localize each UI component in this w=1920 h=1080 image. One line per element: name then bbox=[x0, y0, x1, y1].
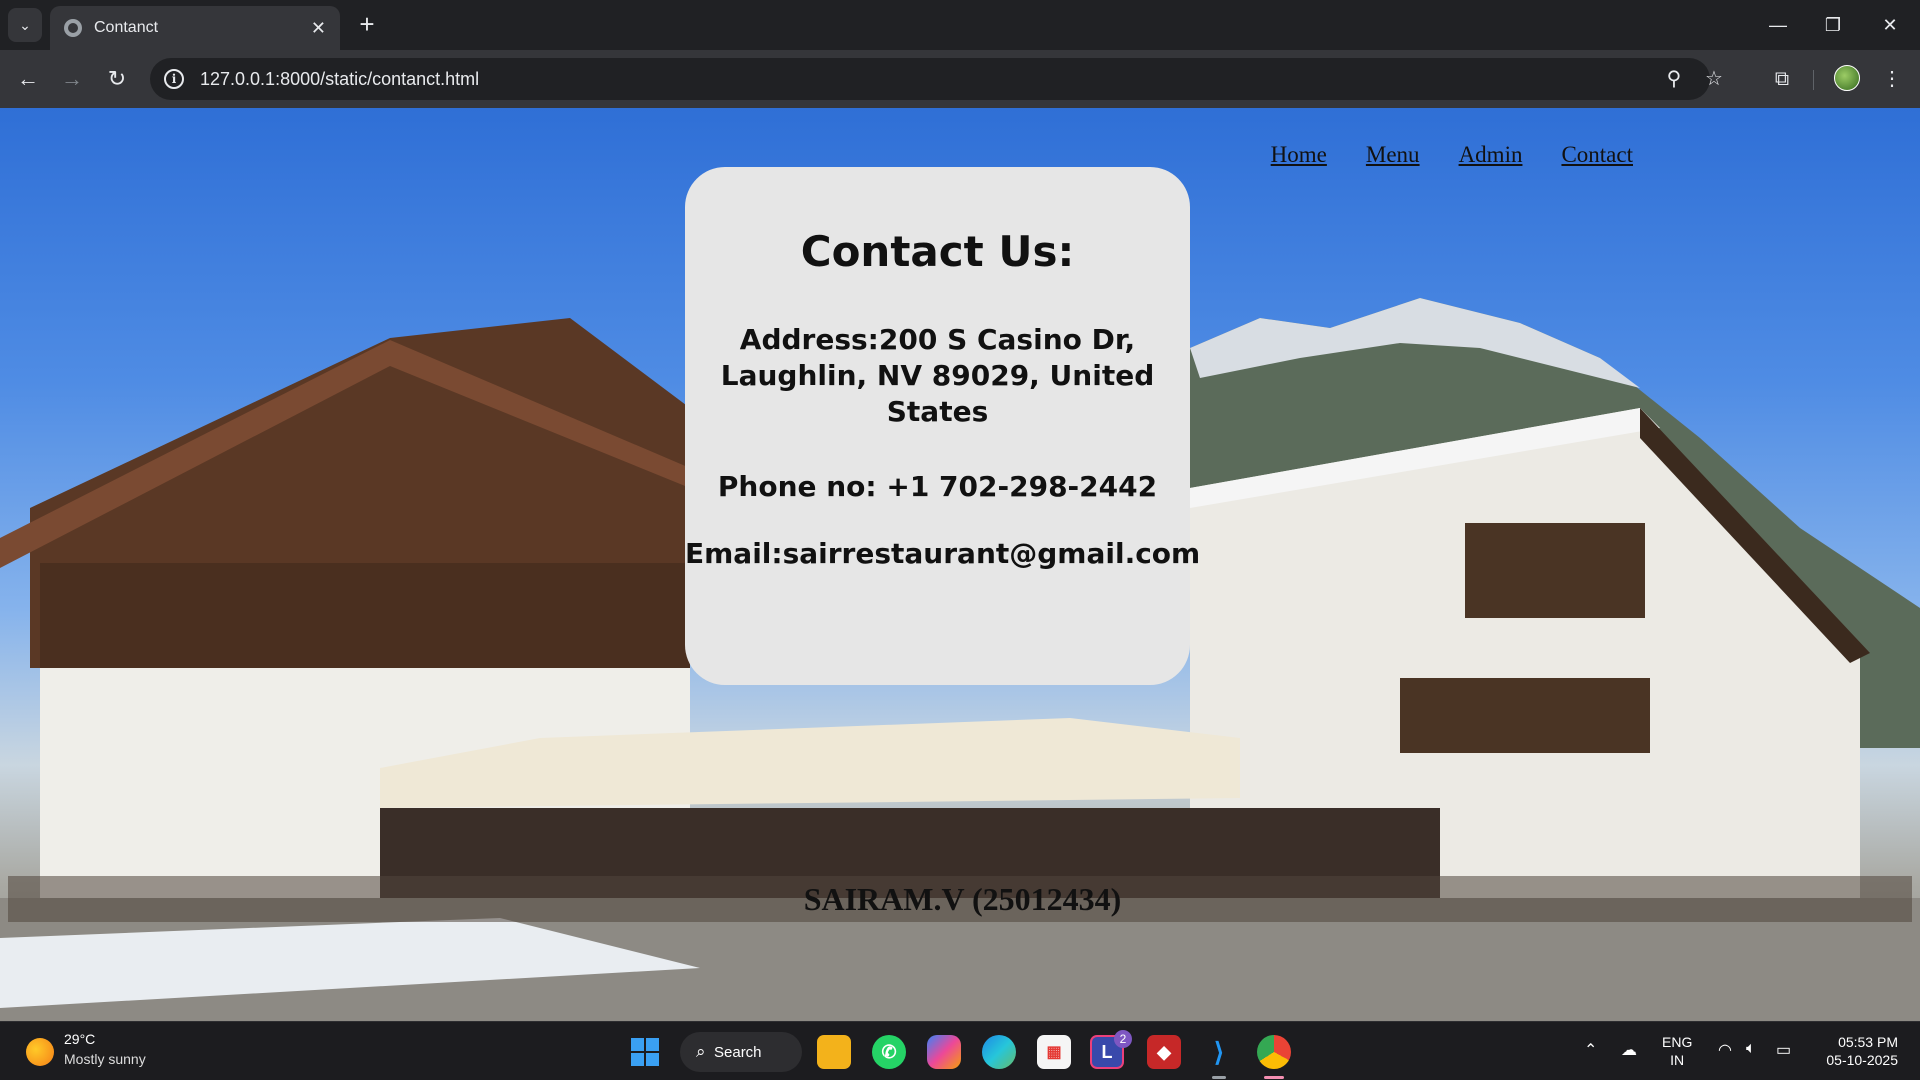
weather-description[interactable]: Mostly sunny bbox=[64, 1051, 146, 1067]
weather-sun-icon[interactable] bbox=[26, 1038, 54, 1066]
edge-icon[interactable] bbox=[982, 1035, 1016, 1069]
contact-address: Address:200 S Casino Dr, Laughlin, NV 89… bbox=[720, 323, 1155, 428]
vscode-running-indicator bbox=[1212, 1076, 1226, 1079]
battery-icon[interactable]: ▭ bbox=[1776, 1040, 1791, 1060]
search-label: Search bbox=[714, 1043, 762, 1061]
nav-link-admin[interactable]: Admin bbox=[1459, 142, 1523, 168]
menu-dots-icon[interactable]: ⋮ bbox=[1876, 63, 1908, 95]
copilot-icon[interactable] bbox=[927, 1035, 961, 1069]
contact-phone: Phone no: +1 702-298-2442 bbox=[717, 470, 1158, 503]
extensions-icon[interactable]: ⧉ bbox=[1766, 63, 1798, 95]
back-icon[interactable]: ← bbox=[12, 63, 44, 95]
tab-search-button[interactable]: ⌄ bbox=[8, 8, 42, 42]
onedrive-off-icon[interactable]: ☁ bbox=[1621, 1040, 1637, 1060]
wifi-icon[interactable]: ◠ bbox=[1718, 1040, 1732, 1060]
chrome-icon[interactable] bbox=[1257, 1035, 1291, 1069]
globe-icon bbox=[64, 19, 82, 37]
clock-date: 05-10-2025 bbox=[1826, 1052, 1898, 1068]
windows-taskbar: 29°C Mostly sunny ⌕ Search ✆ ▦ L 2 ◆ ⟩ ⌃… bbox=[0, 1021, 1920, 1080]
search-icon: ⌕ bbox=[696, 1042, 706, 1061]
toolbar-divider bbox=[1813, 70, 1814, 90]
nav-link-menu[interactable]: Menu bbox=[1366, 142, 1420, 168]
contact-email: Email:sairrestaurant@gmail.com bbox=[685, 537, 1201, 570]
browser-tab-bar: ⌄ Contanct ✕ + — ❐ ✕ bbox=[0, 0, 1920, 50]
notification-badge: 2 bbox=[1114, 1030, 1132, 1048]
file-explorer-icon[interactable] bbox=[817, 1035, 851, 1069]
reload-icon[interactable]: ↻ bbox=[101, 63, 133, 95]
browser-toolbar: ← → ↻ i 127.0.0.1:8000/static/contanct.h… bbox=[0, 50, 1920, 108]
mcafee-shield-icon[interactable]: ◆ bbox=[1147, 1035, 1181, 1069]
zoom-icon[interactable]: ⚲ bbox=[1661, 66, 1687, 92]
footer-text: SAIRAM.V (25012434) bbox=[803, 880, 1122, 917]
site-nav: Home Menu Admin Contact bbox=[1271, 142, 1633, 168]
whatsapp-icon[interactable]: ✆ bbox=[872, 1035, 906, 1069]
url-text[interactable]: 127.0.0.1:8000/static/contanct.html bbox=[200, 69, 479, 90]
close-window-button[interactable]: ✕ bbox=[1870, 8, 1910, 42]
language-indicator[interactable]: ENG IN bbox=[1662, 1033, 1692, 1069]
bookmark-star-icon[interactable]: ☆ bbox=[1701, 66, 1727, 92]
restore-button[interactable]: ❐ bbox=[1813, 8, 1853, 42]
clock[interactable]: 05:53 PM 05-10-2025 bbox=[1814, 1033, 1898, 1069]
contact-card: Contact Us: Address:200 S Casino Dr, Lau… bbox=[685, 167, 1201, 685]
language-code: ENG bbox=[1662, 1034, 1693, 1050]
chevron-up-icon[interactable]: ⌃ bbox=[1584, 1040, 1597, 1060]
page-viewport: Home Menu Admin Contact Contact Us: Addr… bbox=[0, 108, 1920, 1021]
clock-time: 05:53 PM bbox=[1838, 1034, 1898, 1050]
weather-temperature[interactable]: 29°C bbox=[64, 1031, 95, 1047]
nav-link-home[interactable]: Home bbox=[1271, 142, 1327, 168]
forward-icon[interactable]: → bbox=[56, 63, 88, 95]
new-tab-button[interactable]: + bbox=[352, 10, 382, 40]
volume-icon[interactable]: 🔈︎ bbox=[1746, 1040, 1756, 1058]
region-code: IN bbox=[1670, 1052, 1685, 1068]
site-info-icon[interactable]: i bbox=[164, 69, 184, 89]
close-tab-icon[interactable]: ✕ bbox=[311, 18, 326, 39]
microsoft-store-icon[interactable]: ▦ bbox=[1037, 1035, 1071, 1069]
nav-link-contact[interactable]: Contact bbox=[1561, 142, 1633, 168]
vscode-icon[interactable]: ⟩ bbox=[1202, 1035, 1236, 1069]
contact-heading: Contact Us: bbox=[800, 227, 1075, 276]
address-bar[interactable]: i 127.0.0.1:8000/static/contanct.html ⚲ … bbox=[150, 58, 1723, 100]
taskbar-search[interactable]: ⌕ Search bbox=[680, 1032, 802, 1072]
minimize-button[interactable]: — bbox=[1758, 8, 1798, 42]
windows-start-icon[interactable] bbox=[631, 1038, 659, 1066]
tab-title: Contanct bbox=[94, 19, 159, 36]
active-tab[interactable]: Contanct ✕ bbox=[50, 6, 340, 50]
chrome-active-indicator bbox=[1264, 1076, 1284, 1079]
profile-avatar[interactable] bbox=[1834, 65, 1860, 91]
site-footer: SAIRAM.V (25012434) bbox=[8, 876, 1912, 922]
